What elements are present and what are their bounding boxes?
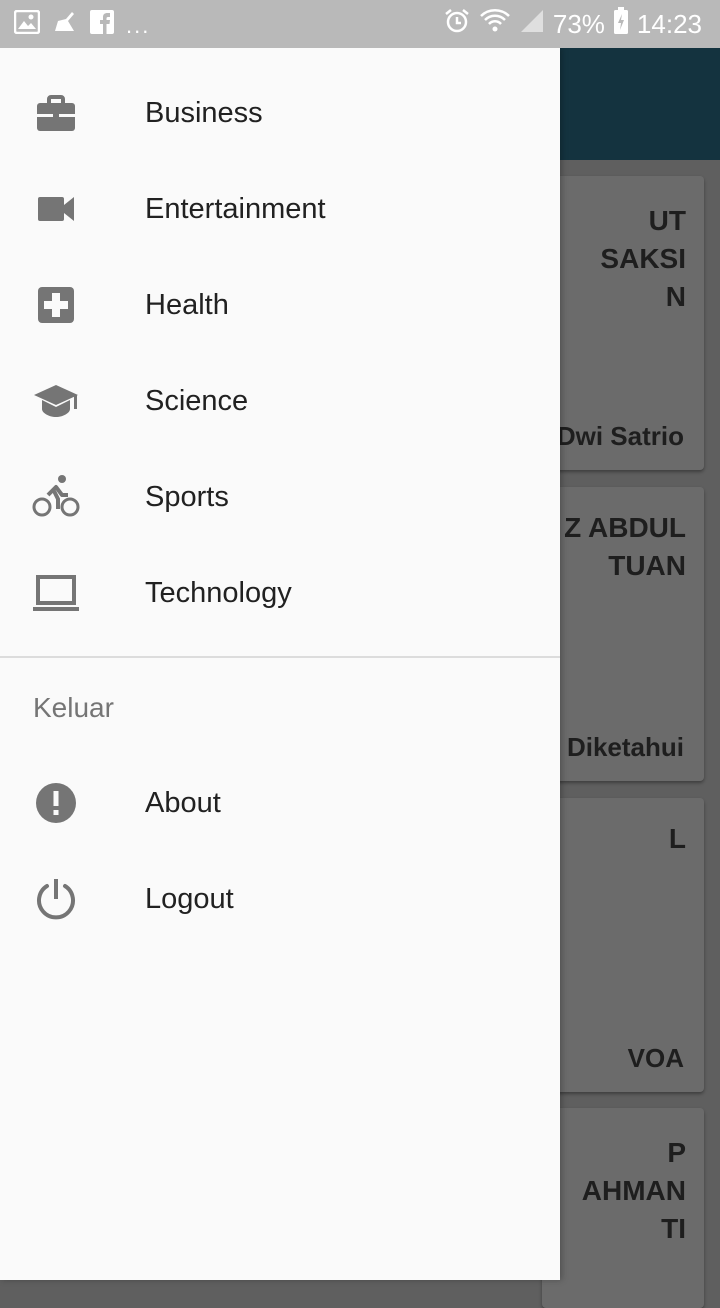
drawer-item-technology[interactable]: Technology bbox=[0, 545, 560, 641]
drawer-item-label: Business bbox=[145, 97, 263, 129]
drawer-item-science[interactable]: Science bbox=[0, 353, 560, 449]
wifi-icon bbox=[479, 7, 511, 42]
drawer-item-health[interactable]: Health bbox=[0, 257, 560, 353]
video-camera-icon bbox=[32, 185, 80, 233]
news-card[interactable]: UT SAKSI N Dwi Satrio bbox=[542, 176, 704, 470]
drawer-item-label: Sports bbox=[145, 481, 229, 513]
drawer-item-logout[interactable]: Logout bbox=[0, 851, 560, 947]
briefcase-icon bbox=[32, 89, 80, 137]
news-card-source: Dwi Satrio bbox=[556, 421, 684, 451]
news-card[interactable]: L VOA bbox=[542, 798, 704, 1092]
drawer-item-business[interactable]: Business bbox=[0, 65, 560, 161]
drawer-item-label: Technology bbox=[145, 577, 292, 609]
graduation-cap-icon bbox=[32, 377, 80, 425]
clean-icon bbox=[52, 9, 78, 40]
clock: 14:23 bbox=[636, 8, 702, 39]
laptop-icon bbox=[32, 569, 80, 617]
power-icon bbox=[32, 875, 80, 923]
drawer-item-label: About bbox=[145, 787, 221, 819]
drawer-section-title: Keluar bbox=[33, 692, 114, 723]
battery-percent: 73% bbox=[552, 8, 605, 39]
drawer-item-label: Entertainment bbox=[145, 193, 326, 225]
notification-overflow: ... bbox=[126, 13, 151, 38]
news-card-source: VOA bbox=[627, 1043, 684, 1073]
signal-icon bbox=[519, 8, 545, 41]
drawer-item-sports[interactable]: Sports bbox=[0, 449, 560, 545]
navigation-drawer: Business Entertainment Health Science Sp… bbox=[0, 48, 560, 1280]
news-card[interactable]: Z ABDUL TUAN Diketahui bbox=[542, 487, 704, 781]
medical-plus-icon bbox=[32, 281, 80, 329]
battery-icon bbox=[613, 6, 629, 42]
bicycle-icon bbox=[32, 473, 80, 521]
gallery-icon bbox=[13, 9, 41, 39]
news-card-source: Diketahui bbox=[566, 732, 684, 762]
drawer-item-about[interactable]: About bbox=[0, 755, 560, 851]
info-alert-icon bbox=[32, 779, 80, 827]
status-bar: ... 73% 14:23 bbox=[0, 0, 720, 48]
drawer-item-label: Logout bbox=[145, 883, 234, 915]
news-card[interactable]: P AHMAN TI bbox=[542, 1108, 704, 1308]
alarm-icon bbox=[443, 7, 471, 42]
drawer-item-label: Health bbox=[145, 289, 229, 321]
facebook-icon bbox=[90, 9, 114, 39]
drawer-item-entertainment[interactable]: Entertainment bbox=[0, 161, 560, 257]
drawer-item-label: Science bbox=[145, 385, 249, 417]
drawer-divider bbox=[0, 656, 560, 658]
